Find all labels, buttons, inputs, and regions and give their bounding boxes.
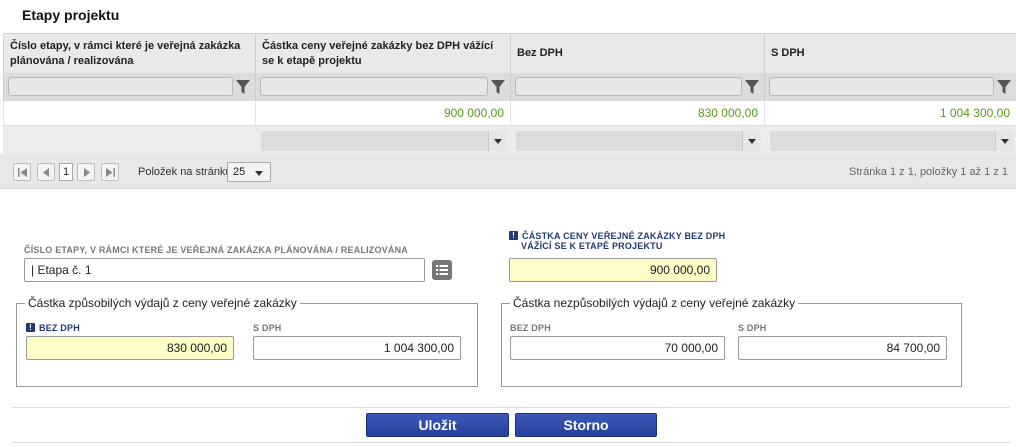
last-page-icon <box>106 168 115 177</box>
table-cell-stage[interactable] <box>3 101 255 126</box>
first-page-icon <box>18 168 27 177</box>
filter-icon[interactable] <box>745 79 759 95</box>
filter-icon[interactable] <box>491 79 505 95</box>
page-size-label: Položek na stránku <box>138 166 232 178</box>
list-icon <box>436 265 448 275</box>
current-page[interactable]: 1 <box>59 163 73 181</box>
last-page-button[interactable] <box>101 163 119 181</box>
filter-cell-s-dph <box>764 73 1016 101</box>
aggregate-select-s-dph[interactable] <box>770 131 1014 151</box>
chevron-down-icon[interactable] <box>995 131 1014 151</box>
column-header-amount[interactable]: Částka ceny veřejné zakázky bez DPH váží… <box>255 33 510 73</box>
eligible-bez-dph-input[interactable]: 830 000,00 <box>26 336 234 360</box>
section-title: Etapy projektu <box>22 7 120 23</box>
table-cell-bez-dph[interactable]: 830 000,00 <box>510 101 764 126</box>
filter-input-stage[interactable] <box>8 77 233 96</box>
amount-label-line1: ČÁSTKA CENY VEŘEJNÉ ZAKÁZKY BEZ DPH <box>522 231 726 241</box>
ineligible-s-dph-label: S DPH <box>738 323 767 333</box>
column-header-stage[interactable]: Číslo etapy, v rámci které je veřejná za… <box>3 33 255 73</box>
next-page-icon <box>84 168 90 177</box>
chevron-down-icon[interactable] <box>742 131 761 151</box>
column-header-s-dph-label: S DPH <box>771 47 805 59</box>
chevron-down-icon[interactable] <box>488 131 507 151</box>
stage-input[interactable]: | Etapa č. 1 <box>24 258 425 282</box>
column-header-bez-dph-label: Bez DPH <box>517 47 563 59</box>
column-header-s-dph[interactable]: S DPH <box>764 33 1016 73</box>
table-cell-amount[interactable]: 900 000,00 <box>255 101 510 126</box>
required-icon: ! <box>509 231 518 240</box>
ineligible-bez-dph-input[interactable]: 70 000,00 <box>510 336 725 360</box>
ineligible-legend: Částka nezpůsobilých výdajů z ceny veřej… <box>510 296 799 310</box>
page-size-select[interactable]: 25 <box>227 162 271 182</box>
eligible-s-dph-label: S DPH <box>253 323 282 333</box>
filter-cell-stage <box>3 73 255 101</box>
filter-cell-amount <box>255 73 510 101</box>
ineligible-s-dph-input[interactable]: 84 700,00 <box>738 336 947 360</box>
amount-input[interactable]: 900 000,00 <box>509 258 717 282</box>
filter-icon[interactable] <box>236 79 250 95</box>
eligible-bez-dph-label: ! BEZ DPH <box>26 323 80 333</box>
eligible-legend: Částka způsobilých výdajů z ceny veřejné… <box>25 296 300 310</box>
divider <box>12 407 1010 408</box>
aggregate-select-amount[interactable] <box>261 131 507 151</box>
amount-label: ! ČÁSTKA CENY VEŘEJNÉ ZAKÁZKY BEZ DPH VÁŽ… <box>509 231 725 251</box>
filter-input-s-dph[interactable] <box>769 77 994 96</box>
cancel-button[interactable]: Storno <box>515 413 657 437</box>
eligible-s-dph-input[interactable]: 1 004 300,00 <box>253 336 461 360</box>
eligible-bez-dph-label-text: BEZ DPH <box>39 323 80 333</box>
column-header-bez-dph[interactable]: Bez DPH <box>510 33 764 73</box>
next-page-button[interactable] <box>77 163 95 181</box>
list-picker-button[interactable] <box>432 260 452 280</box>
divider <box>12 442 1010 443</box>
filter-cell-bez-dph <box>510 73 764 101</box>
aggregate-select-bez-dph[interactable] <box>516 131 761 151</box>
filter-input-bez-dph[interactable] <box>515 77 742 96</box>
pager-info: Stránka 1 z 1, položky 1 až 1 z 1 <box>849 166 1008 178</box>
previous-page-icon <box>43 168 49 177</box>
amount-label-line2: VÁŽÍCÍ SE K ETAPĚ PROJEKTU <box>521 241 663 251</box>
stage-label: ČÍSLO ETAPY, V RÁMCI KTERÉ JE VEŘEJNÁ ZA… <box>24 245 408 255</box>
save-button[interactable]: Uložit <box>366 413 509 437</box>
ineligible-bez-dph-label: BEZ DPH <box>510 323 551 333</box>
filter-input-amount[interactable] <box>260 77 488 96</box>
first-page-button[interactable] <box>13 163 31 181</box>
table-cell-s-dph[interactable]: 1 004 300,00 <box>764 101 1016 126</box>
filter-icon[interactable] <box>997 79 1011 95</box>
previous-page-button[interactable] <box>37 163 55 181</box>
required-icon: ! <box>26 323 35 332</box>
